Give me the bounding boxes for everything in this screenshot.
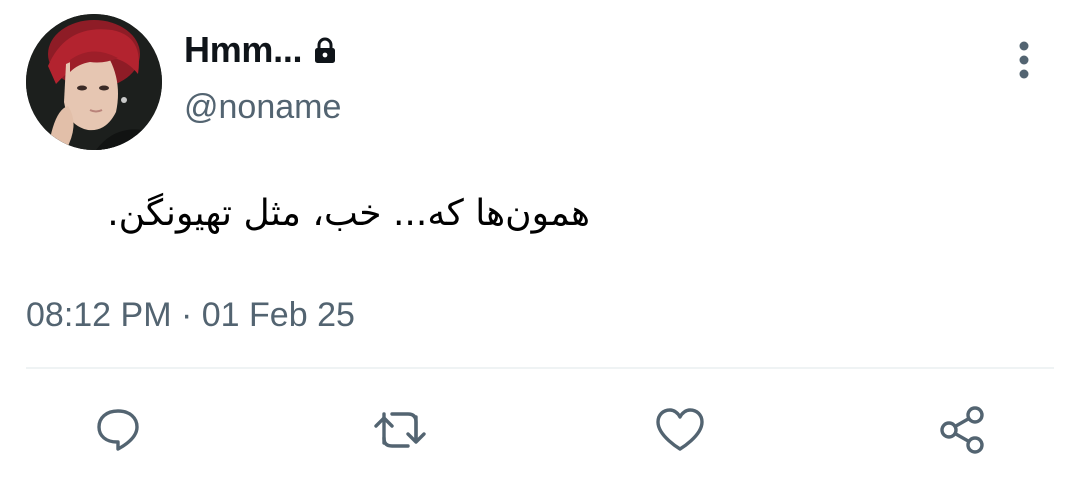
more-options-button[interactable] [1004,38,1044,82]
more-vertical-icon [1019,41,1029,79]
divider [26,367,1054,369]
heart-icon [656,408,704,451]
reply-button[interactable] [86,398,150,462]
user-name-row[interactable]: Hmm... [184,28,340,72]
avatar-image [26,14,162,150]
share-icon [940,406,984,454]
share-button[interactable] [930,398,994,462]
tweet-text: همون‌ها که... خب، مثل تهیونگن. [107,193,590,234]
tweet-timestamp[interactable]: 08:12 PM · 01 Feb 25 [26,296,355,335]
timestamp-separator: · [180,296,193,334]
user-handle[interactable]: @noname [184,88,341,127]
tweet-card: Hmm... @noname همون‌ها که... خب، مثل تهی… [0,0,1080,491]
display-name[interactable]: Hmm... [184,29,303,71]
avatar[interactable] [26,14,162,150]
retweet-icon [374,412,426,448]
action-bar [0,398,1080,468]
lock-icon [310,35,340,65]
comment-icon [97,409,139,451]
retweet-button[interactable] [368,398,432,462]
tweet-time: 08:12 PM [26,296,172,334]
tweet-date: 01 Feb 25 [201,296,355,334]
like-button[interactable] [648,398,712,462]
